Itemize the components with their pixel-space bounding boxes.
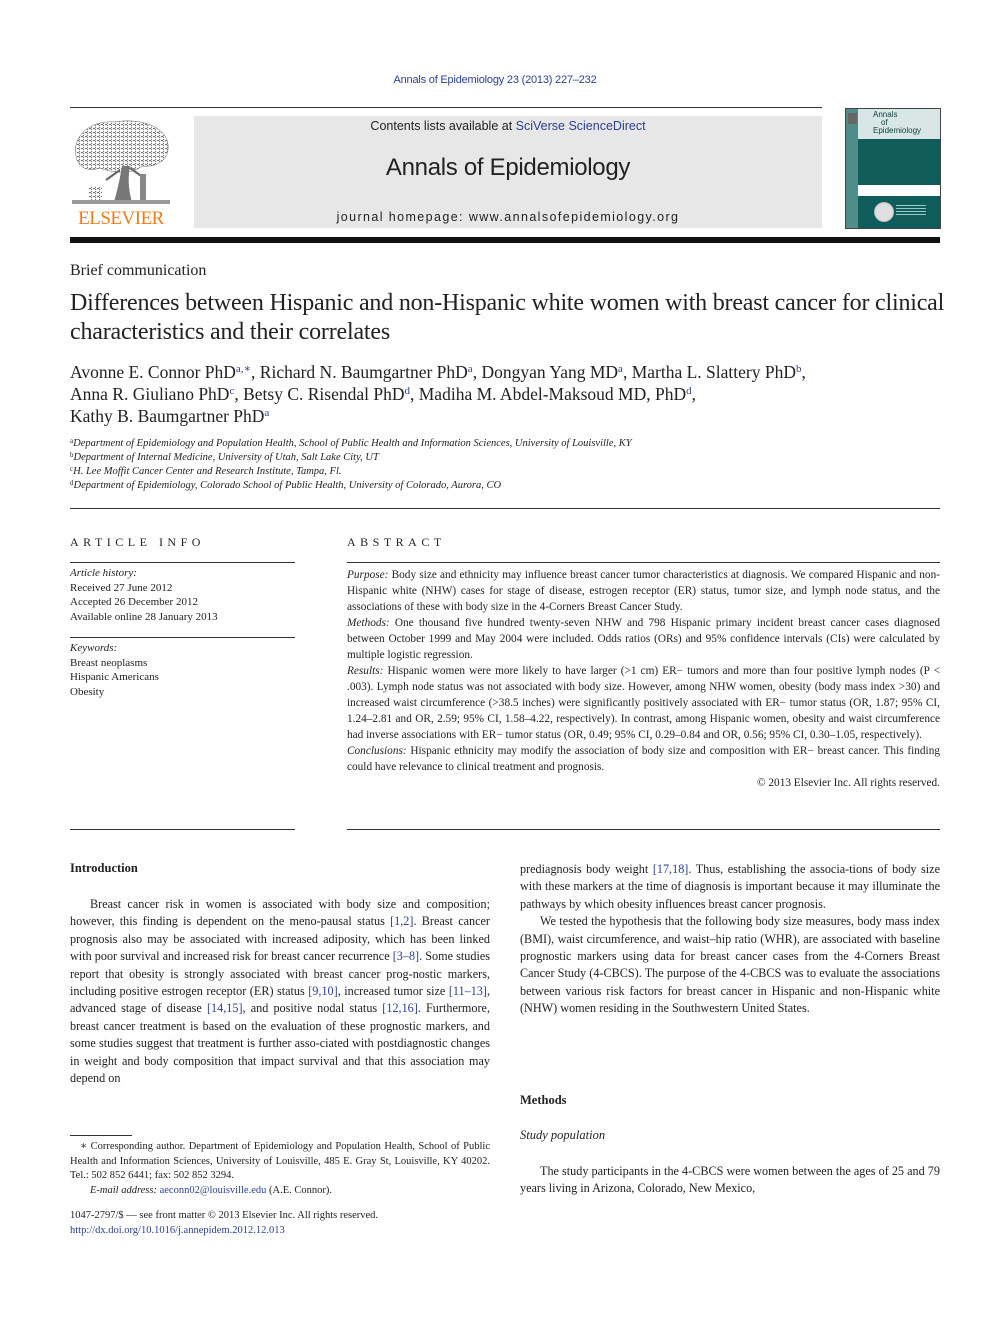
abstract-methods: Methods: One thousand five hundred twent…: [347, 617, 940, 661]
journal-banner: Contents lists available at SciVerse Sci…: [194, 116, 822, 228]
citation-link[interactable]: [12,16]: [382, 1001, 418, 1015]
keyword[interactable]: Hispanic Americans: [70, 670, 295, 685]
cover-publisher-icon: [848, 113, 857, 124]
header-rule: [70, 107, 822, 108]
keyword[interactable]: Breast neoplasms: [70, 656, 295, 671]
affiliation: bDepartment of Internal Medicine, Univer…: [70, 451, 379, 464]
elsevier-wordmark: ELSEVIER: [78, 208, 164, 229]
homepage-link[interactable]: www.annalsofepidemiology.org: [469, 210, 680, 224]
citation-link[interactable]: [17,18]: [653, 862, 689, 876]
history-received: Received 27 June 2012: [70, 581, 173, 594]
issn-copyright: 1047-2797/$ — see front matter © 2013 El…: [70, 1210, 379, 1221]
homepage-line: journal homepage: www.annalsofepidemiolo…: [194, 210, 822, 224]
author[interactable]: Dongyan Yang MDa: [481, 362, 623, 382]
citation-link[interactable]: [1,2]: [390, 914, 413, 928]
author[interactable]: Richard N. Baumgartner PhDa: [260, 362, 473, 382]
abstract-purpose: Purpose: Body size and ethnicity may inf…: [347, 569, 940, 613]
email-line: E-mail address: aeconn02@louisville.edu …: [90, 1184, 333, 1196]
abstract-body: Purpose: Body size and ethnicity may inf…: [347, 567, 940, 791]
study-population-p1: The study participants in the 4-CBCS wer…: [520, 1164, 940, 1196]
author[interactable]: Avonne E. Connor PhDa,∗: [70, 362, 251, 382]
section-rule: [70, 508, 940, 509]
divider: [347, 829, 940, 830]
cover-title-line: Epidemiology: [873, 126, 922, 135]
keyword[interactable]: Obesity: [70, 685, 295, 700]
affiliation: dDepartment of Epidemiology, Colorado Sc…: [70, 479, 502, 492]
affiliation: cH. Lee Moffit Cancer Center and Researc…: [70, 465, 342, 478]
study-population-heading: Study population: [520, 1128, 606, 1142]
cover-band: [858, 185, 940, 196]
text-run: , increased tumor size: [337, 984, 449, 999]
citation-link[interactable]: [11–13]: [449, 984, 487, 998]
corresponding-author-text: ∗ Corresponding author. Department of Ep…: [70, 1141, 490, 1181]
tree-icon: [72, 120, 170, 204]
affiliations: aDepartment of Epidemiology and Populati…: [70, 437, 940, 493]
article-info-heading: ARTICLE INFO: [70, 535, 205, 549]
author-affiliation-ref[interactable]: a,∗: [236, 363, 251, 375]
keywords: Keywords: Breast neoplasms Hispanic Amer…: [70, 641, 295, 699]
corresponding-author-footnote: ∗ Corresponding author. Department of Ep…: [70, 1140, 490, 1198]
study-population-paragraph: The study participants in the 4-CBCS wer…: [520, 1163, 940, 1198]
homepage-prefix: journal homepage:: [336, 210, 469, 224]
citation-link[interactable]: [9,10]: [308, 984, 337, 998]
divider: [70, 829, 295, 830]
citation-link[interactable]: [3–8]: [393, 949, 419, 963]
citation-link[interactable]: [14,15]: [207, 1001, 243, 1015]
author[interactable]: Betsy C. Risendal PhDd: [243, 384, 410, 404]
doi-link[interactable]: http://dx.doi.org/10.1016/j.annepidem.20…: [70, 1225, 285, 1236]
footnote-rule: [70, 1135, 132, 1136]
email-link[interactable]: aeconn02@louisville.edu: [160, 1185, 267, 1196]
contents-prefix: Contents lists available at: [370, 119, 516, 133]
contents-line: Contents lists available at SciVerse Sci…: [194, 119, 822, 133]
article-type: Brief communication: [70, 262, 207, 279]
abstract-copyright: © 2013 Elsevier Inc. All rights reserved…: [756, 777, 940, 789]
author-affiliation-ref[interactable]: a: [264, 407, 269, 419]
history-label: Article history:: [70, 567, 137, 579]
keywords-label: Keywords:: [70, 642, 118, 654]
affiliation: aDepartment of Epidemiology and Populati…: [70, 437, 632, 450]
abstract-conclusions: Conclusions: Hispanic ethnicity may modi…: [347, 745, 940, 773]
introduction-paragraph: Breast cancer risk in women is associate…: [70, 896, 490, 1087]
methods-heading: Methods: [520, 1093, 567, 1107]
introduction-p1-continued: prediagnosis body weight [17,18]. Thus, …: [520, 861, 940, 913]
article-history: Article history: Received 27 June 2012 A…: [70, 566, 295, 624]
front-matter: 1047-2797/$ — see front matter © 2013 El…: [70, 1209, 490, 1238]
divider: [70, 562, 295, 563]
author-list: Avonne E. Connor PhDa,∗, Richard N. Baum…: [70, 362, 806, 426]
divider: [70, 637, 295, 638]
abstract-results: Results: Hispanic women were more likely…: [347, 665, 940, 741]
cover-strip: [846, 109, 858, 228]
cover-seal-text: [896, 205, 926, 217]
author[interactable]: Martha L. Slattery PhDb: [632, 362, 802, 382]
introduction-heading: Introduction: [70, 861, 138, 875]
journal-cover-image[interactable]: Annals of Epidemiology: [845, 108, 941, 229]
history-accepted: Accepted 26 December 2012: [70, 596, 198, 608]
journal-reference[interactable]: Annals of Epidemiology 23 (2013) 227–232: [0, 74, 990, 86]
author[interactable]: Madiha M. Abdel-Maksoud MD, PhDd: [419, 384, 692, 404]
introduction-continued: prediagnosis body weight [17,18]. Thus, …: [520, 861, 940, 1018]
header-thick-rule: [70, 237, 940, 243]
elsevier-logo[interactable]: ELSEVIER: [70, 116, 172, 230]
journal-title: Annals of Epidemiology: [385, 154, 631, 181]
divider: [347, 562, 940, 563]
author[interactable]: Kathy B. Baumgartner PhDa: [70, 406, 269, 426]
text-run: prediagnosis body weight: [520, 862, 653, 876]
cover-title: Annals of Epidemiology: [873, 111, 921, 135]
article-title: Differences between Hispanic and non-His…: [70, 290, 945, 345]
sciencedirect-link[interactable]: SciVerse ScienceDirect: [516, 119, 646, 133]
history-online: Available online 28 January 2013: [70, 610, 218, 623]
abstract-heading: ABSTRACT: [347, 535, 446, 549]
author[interactable]: Anna R. Giuliano PhDc: [70, 384, 234, 404]
text-run: , and positive nodal status: [242, 1001, 383, 1016]
seal-icon: [874, 202, 894, 222]
introduction-p1: Breast cancer risk in women is associate…: [70, 896, 490, 1087]
introduction-p2: We tested the hypothesis that the follow…: [520, 914, 940, 1016]
